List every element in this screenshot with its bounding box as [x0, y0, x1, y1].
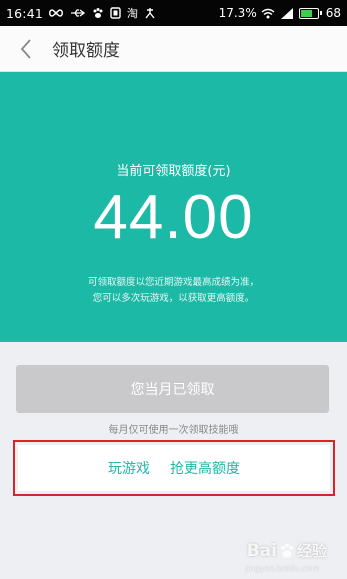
status-bar: 16:41 淘 17.3% 68 [0, 0, 347, 26]
watermark-brand: Bai [246, 540, 277, 561]
paw-logo-icon [280, 543, 293, 558]
title-bar: 领取额度 [0, 26, 347, 72]
claim-hint: 每月仅可使用一次领取技能哦 [108, 425, 239, 436]
quota-note: 可领取额度以您近期游戏最高成绩为准， 您可以多次玩游戏，以获取更高额度。 [40, 275, 307, 307]
battery-icon [298, 7, 322, 19]
quota-note-line1: 可领取额度以您近期游戏最高成绩为准， [87, 277, 259, 288]
claimed-button[interactable]: 您当月已领取 [16, 365, 329, 413]
quota-amount: 44.00 [93, 183, 254, 252]
infinity-icon [48, 6, 64, 20]
data-percent: 17.3% [218, 6, 257, 20]
chevron-left-icon [20, 38, 31, 59]
watermark-url: jingyan.baidu.com [245, 564, 319, 573]
actions-row: 玩游戏 抢更高额度 [18, 445, 330, 491]
back-button[interactable] [0, 26, 52, 72]
quota-panel: 当前可领取额度(元) 44.00 可领取额度以您近期游戏最高成绩为准， 您可以多… [0, 72, 347, 342]
usb-icon [70, 6, 86, 20]
signal-icon [280, 6, 293, 20]
notification-icon [110, 6, 121, 20]
wifi-icon [261, 6, 275, 20]
battery-level: 68 [325, 6, 341, 20]
page-title: 领取额度 [52, 41, 120, 61]
taobao-icon: 淘 [127, 7, 139, 20]
quota-note-line2: 您可以多次玩游戏，以获取更高额度。 [92, 293, 255, 304]
baidu-watermark: Bai 经验 [247, 540, 327, 561]
tool-icon [144, 6, 156, 20]
watermark-suffix: 经验 [296, 542, 327, 560]
get-higher-quota-link[interactable]: 抢更高额度 [160, 458, 250, 478]
play-game-link[interactable]: 玩游戏 [98, 458, 160, 478]
quota-label: 当前可领取额度(元) [116, 164, 231, 179]
status-time: 16:41 [6, 5, 44, 21]
paw-icon [92, 6, 104, 20]
